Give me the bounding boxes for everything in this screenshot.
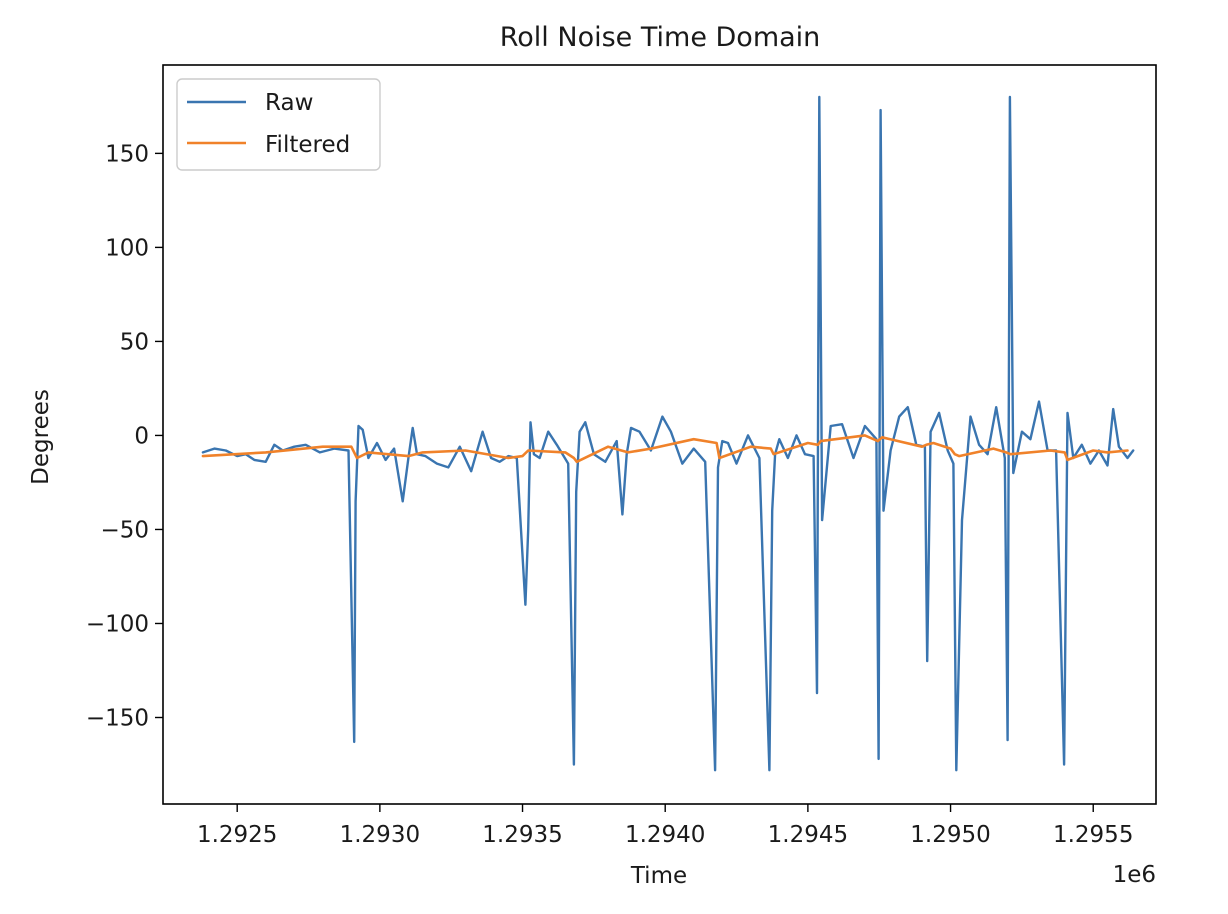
x-tick-label: 1.2950 xyxy=(910,822,990,848)
y-axis-label: Degrees xyxy=(28,389,54,485)
x-tick-label: 1.2945 xyxy=(768,822,848,848)
x-tick-label: 1.2935 xyxy=(482,822,562,848)
series-line-raw xyxy=(201,95,1135,772)
y-tick-label: −100 xyxy=(86,611,149,637)
y-tick-label: −150 xyxy=(86,706,149,732)
x-tick-label: 1.2925 xyxy=(197,822,277,848)
series-layer xyxy=(201,95,1135,772)
x-tick-label: 1.2940 xyxy=(625,822,705,848)
figure: Roll Noise Time Domain 1.2925 1.2930 1.293… xyxy=(0,0,1228,910)
y-tick-label: 50 xyxy=(120,329,149,355)
y-tick-label: 100 xyxy=(105,235,149,261)
y-tick-label: 150 xyxy=(105,141,149,167)
x-tick-label: 1.2930 xyxy=(340,822,420,848)
y-tick-label: −50 xyxy=(100,517,149,543)
x-axis-offset-label: 1e6 xyxy=(1113,862,1156,888)
y-tick-label: 0 xyxy=(134,423,149,449)
chart-title: Roll Noise Time Domain xyxy=(500,22,821,53)
line-chart: Roll Noise Time Domain 1.2925 1.2930 1.293… xyxy=(28,22,1157,889)
legend: Raw Filtered xyxy=(176,78,381,171)
legend-label-raw: Raw xyxy=(265,90,313,116)
x-axis-label: Time xyxy=(630,863,687,889)
x-tick-label: 1.2955 xyxy=(1053,822,1133,848)
legend-label-filtered: Filtered xyxy=(265,132,350,158)
y-axis: −150 −100 −50 0 50 100 150 xyxy=(86,141,163,732)
x-axis: 1.2925 1.2930 1.2935 1.2940 1.2945 1.2950 1.29… xyxy=(197,804,1133,848)
